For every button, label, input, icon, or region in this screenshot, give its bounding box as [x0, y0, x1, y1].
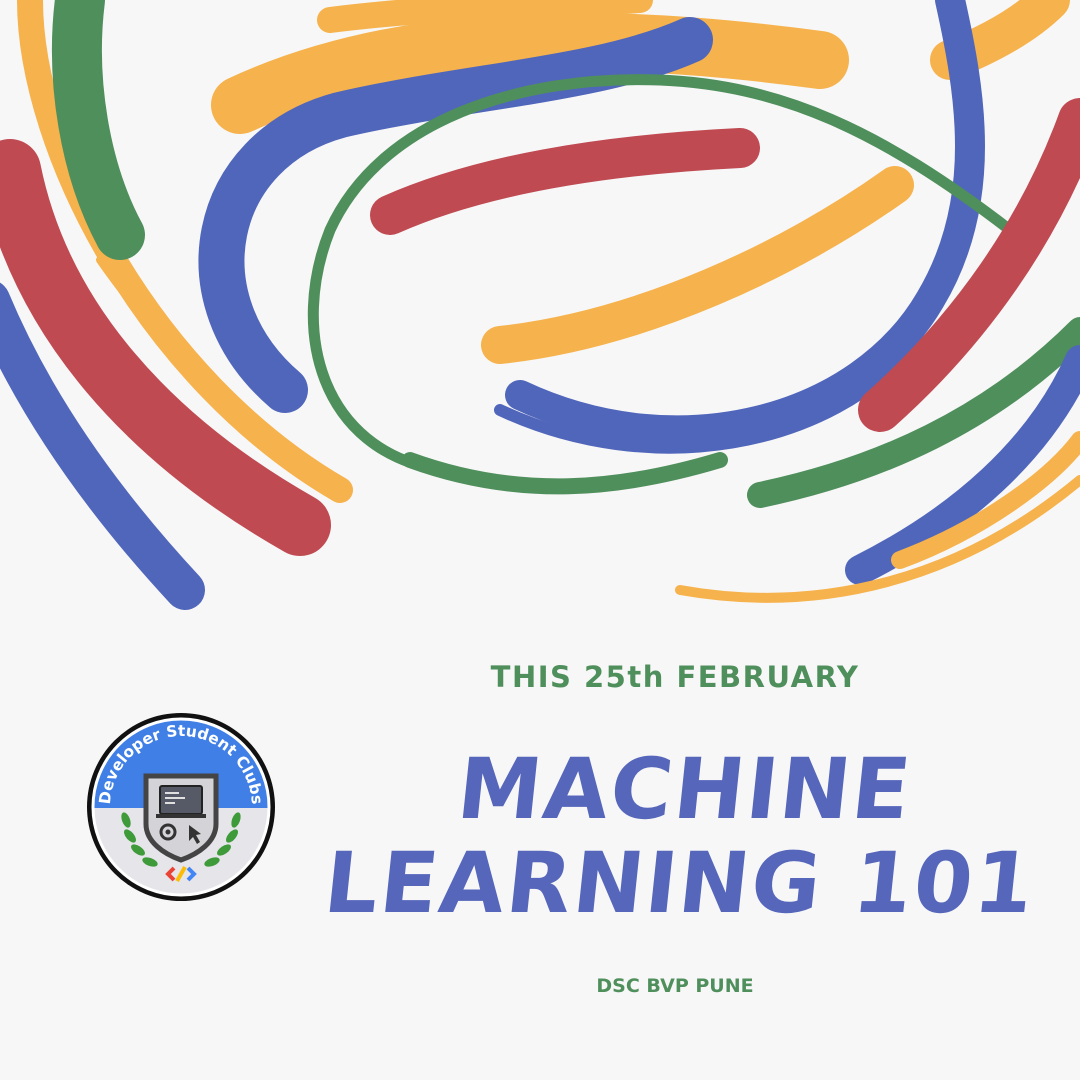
developer-student-clubs-badge: Developer Student Clubs [87, 713, 275, 901]
event-title-line-1: MACHINE [453, 740, 917, 838]
yellow-brush-stroke-center [481, 166, 914, 364]
green-brush-stroke-left [51, 0, 145, 260]
event-title-line-2: LEARNING 101 [319, 834, 1041, 932]
laptop-icon [156, 785, 206, 818]
event-title: MACHINE LEARNING 101 [319, 740, 1041, 932]
event-poster: THIS 25th FEBRUARY MACHINE LEARNING 101 … [0, 0, 1080, 1080]
red-brush-stroke-center [370, 128, 760, 235]
organizer-name: DSC BVP PUNE [596, 975, 754, 997]
event-date: THIS 25th FEBRUARY [490, 660, 860, 694]
